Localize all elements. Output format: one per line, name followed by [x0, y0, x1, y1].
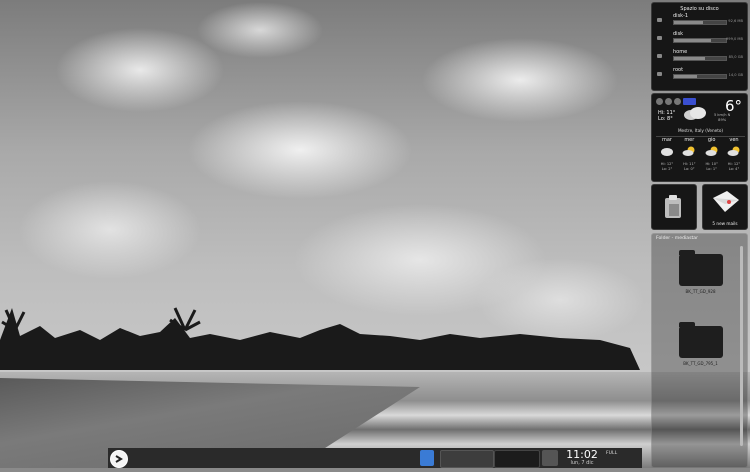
tray-label: FULL	[606, 451, 618, 456]
forecast-day: mar Hi: 12° Lo: 2°	[656, 137, 678, 171]
application-launcher-button[interactable]	[110, 450, 128, 468]
provider-logo-icon[interactable]	[683, 98, 696, 105]
day-name: gio	[707, 137, 716, 143]
forecast-day: gio Hi: 10° Lo: 1°	[701, 137, 723, 171]
info-icon[interactable]	[674, 98, 681, 105]
palm-tree-silhouettes	[0, 307, 640, 370]
web-browser-icon[interactable]	[420, 450, 434, 466]
weather-location: Mestre, Italy (Veneto)	[677, 128, 724, 133]
clipboard-widget[interactable]	[651, 184, 697, 230]
day-low: Lo: 4°	[728, 166, 740, 171]
drive-size: 92,6 MB	[728, 19, 743, 23]
wind-humidity: 5 km/h N 89%	[714, 113, 730, 123]
clipboard-icon	[665, 195, 681, 218]
drive-row[interactable]: home 85,0 GB	[655, 48, 747, 66]
mail-count-label: 5 new mails	[712, 221, 738, 226]
drive-usage-bar	[673, 38, 727, 43]
drive-row[interactable]: disk 999,0 MB	[655, 30, 747, 48]
drive-usage-bar	[673, 74, 727, 79]
forecast-days: mar Hi: 12° Lo: 2° mer Hi: 11° Lo: 0° gi…	[656, 137, 745, 171]
folder-label: BK_TT_GD_795_1	[683, 361, 718, 366]
settings-icon[interactable]	[656, 98, 663, 105]
drive-size: 14,0 GB	[728, 73, 743, 77]
day-name: mar	[662, 137, 672, 143]
partly-sunny-icon	[727, 146, 740, 156]
scrollbar[interactable]	[740, 246, 743, 446]
disk-space-widget: Spazio su disco disk-1 92,6 MB disk 999,…	[651, 2, 748, 91]
desktop-wallpaper	[0, 0, 750, 468]
folder-icon	[678, 250, 723, 286]
day-name: ven	[729, 137, 739, 143]
folder-view-title: Folder - mediastar	[656, 236, 698, 241]
forecast-day: mer Hi: 11° Lo: 0°	[678, 137, 700, 171]
day-low: Lo: 0°	[684, 166, 695, 171]
drive-usage-bar	[673, 20, 727, 25]
pager-widget[interactable]	[440, 450, 494, 468]
drive-name: disk	[673, 31, 684, 37]
drive-name: disk-1	[673, 13, 689, 19]
drive-usage-bar	[673, 56, 727, 61]
folder-label: BK_TT_GD_928	[685, 289, 716, 294]
today-low: Lo: 8°	[658, 116, 673, 122]
today-hi-lo: Hi: 11° Lo: 8°	[658, 110, 675, 122]
mail-widget[interactable]: 5 new mails	[702, 184, 748, 230]
partly-sunny-icon	[705, 146, 718, 156]
hard-drive-icon	[657, 54, 662, 58]
cloudy-icon	[684, 107, 706, 120]
drive-name: root	[673, 67, 684, 73]
hard-drive-icon	[657, 72, 662, 76]
drive-size: 85,0 GB	[728, 55, 743, 59]
clock-time: 11:02	[566, 448, 598, 461]
folder-icon	[678, 322, 723, 358]
hard-drive-icon	[657, 36, 662, 40]
humidity: 89%	[718, 118, 727, 122]
cloudy-icon	[661, 148, 673, 156]
drive-size: 999,0 MB	[726, 37, 743, 41]
drive-name: home	[673, 49, 688, 55]
day-low: Lo: 2°	[661, 166, 673, 171]
drive-row[interactable]: root 14,0 GB	[655, 66, 747, 84]
task-button[interactable]	[494, 450, 540, 468]
forecast-day: ven Hi: 12° Lo: 4°	[723, 137, 745, 171]
partly-sunny-icon	[682, 146, 695, 156]
hard-drive-icon	[657, 18, 662, 22]
envelope-icon	[713, 191, 739, 212]
system-tray-icon[interactable]	[542, 450, 558, 466]
day-low: Lo: 1°	[706, 166, 717, 171]
refresh-icon[interactable]	[665, 98, 672, 105]
drive-row[interactable]: disk-1 92,6 MB	[655, 12, 747, 30]
folder-item[interactable]: BK_TT_GD_795_1	[652, 322, 749, 366]
digital-clock[interactable]: 11:02 lun, 7 dic	[562, 449, 602, 466]
launcher-icon	[111, 451, 127, 467]
weather-toolbar	[656, 98, 696, 105]
day-name: mer	[684, 137, 695, 143]
weather-widget: 6° Hi: 11° Lo: 8° 5 km/h N 89% Mestre, I…	[651, 93, 748, 182]
disk-widget-title: Spazio su disco	[680, 6, 719, 12]
folder-view-widget: Folder - mediastar BK_TT_GD_928 BK_TT_GD…	[651, 233, 748, 468]
folder-item[interactable]: BK_TT_GD_928	[652, 250, 749, 294]
